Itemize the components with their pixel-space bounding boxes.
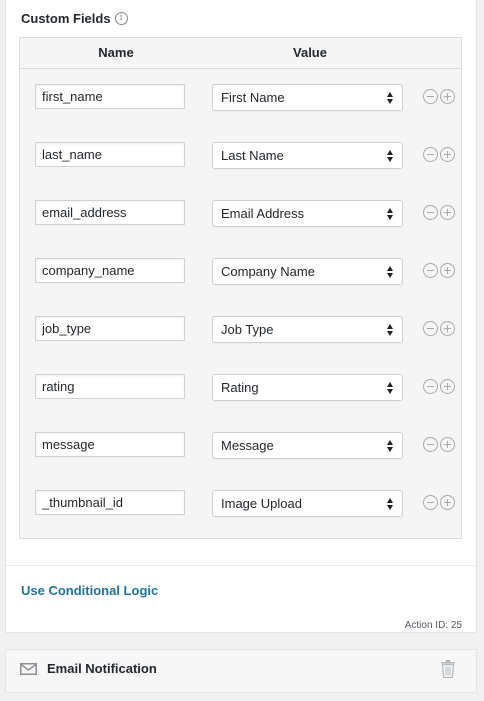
- select-arrows-icon: [386, 381, 394, 394]
- field-value-text: Email Address: [221, 206, 305, 221]
- select-arrows-icon: [386, 497, 394, 510]
- field-value-select[interactable]: Rating: [212, 374, 403, 401]
- field-row-company-name: Company Name: [20, 258, 461, 286]
- action-id-label: Action ID: 25: [404, 620, 462, 631]
- field-row-message: Message: [20, 432, 461, 460]
- field-value-select[interactable]: First Name: [212, 84, 403, 111]
- info-icon[interactable]: i: [114, 12, 128, 25]
- plus-circle-icon[interactable]: [440, 437, 455, 452]
- select-arrows-icon: [386, 149, 394, 162]
- use-conditional-logic-link[interactable]: Use Conditional Logic: [21, 583, 158, 598]
- row-controls: [423, 205, 455, 220]
- field-value-text: Last Name: [221, 148, 284, 163]
- field-value-text: Job Type: [221, 322, 274, 337]
- plus-circle-icon[interactable]: [440, 379, 455, 394]
- row-controls: [423, 437, 455, 452]
- field-name-input[interactable]: [35, 84, 185, 109]
- value-column-header: Value: [293, 45, 327, 60]
- select-arrows-icon: [386, 323, 394, 336]
- plus-circle-icon[interactable]: [440, 89, 455, 104]
- field-name-input[interactable]: [35, 490, 185, 515]
- field-row-last-name: Last Name: [20, 142, 461, 170]
- field-value-text: Image Upload: [221, 496, 302, 511]
- field-name-input[interactable]: [35, 374, 185, 399]
- minus-circle-icon[interactable]: [423, 147, 438, 162]
- field-value-select[interactable]: Last Name: [212, 142, 403, 169]
- field-name-input[interactable]: [35, 258, 185, 283]
- row-controls: [423, 495, 455, 510]
- field-value-select[interactable]: Message: [212, 432, 403, 459]
- minus-circle-icon[interactable]: [423, 205, 438, 220]
- field-value-select[interactable]: Company Name: [212, 258, 403, 285]
- field-row-job-type: Job Type: [20, 316, 461, 344]
- field-value-select[interactable]: Email Address: [212, 200, 403, 227]
- minus-circle-icon[interactable]: [423, 379, 438, 394]
- name-column-header: Name: [98, 45, 134, 60]
- custom-fields-header: Name Value: [20, 38, 461, 69]
- email-notification-title: Email Notification: [47, 661, 157, 676]
- field-row-rating: Rating: [20, 374, 461, 402]
- plus-circle-icon[interactable]: [440, 205, 455, 220]
- trash-icon[interactable]: [440, 660, 456, 678]
- field-name-input[interactable]: [35, 142, 185, 167]
- field-name-input[interactable]: [35, 316, 185, 341]
- row-controls: [423, 147, 455, 162]
- field-row-thumbnail-id: Image Upload: [20, 490, 461, 518]
- row-controls: [423, 263, 455, 278]
- select-arrows-icon: [386, 91, 394, 104]
- row-controls: [423, 89, 455, 104]
- field-value-text: Rating: [221, 380, 259, 395]
- field-row-first-name: First Name: [20, 84, 461, 112]
- minus-circle-icon[interactable]: [423, 321, 438, 336]
- custom-fields-table: Name Value First Name Last Name: [19, 37, 462, 539]
- select-arrows-icon: [386, 439, 394, 452]
- field-value-select[interactable]: Job Type: [212, 316, 403, 343]
- select-arrows-icon: [386, 265, 394, 278]
- action-panel: Custom Fields i Name Value First Name La…: [5, 0, 477, 633]
- email-notification-panel[interactable]: Email Notification: [5, 649, 477, 693]
- minus-circle-icon[interactable]: [423, 89, 438, 104]
- minus-circle-icon[interactable]: [423, 437, 438, 452]
- row-controls: [423, 379, 455, 394]
- field-value-select[interactable]: Image Upload: [212, 490, 403, 517]
- section-divider: [6, 565, 476, 566]
- field-value-text: Message: [221, 438, 274, 453]
- field-name-input[interactable]: [35, 200, 185, 225]
- minus-circle-icon[interactable]: [423, 263, 438, 278]
- field-value-text: Company Name: [221, 264, 315, 279]
- custom-fields-title-text: Custom Fields: [21, 11, 111, 26]
- field-value-text: First Name: [221, 90, 285, 105]
- plus-circle-icon[interactable]: [440, 147, 455, 162]
- custom-fields-title: Custom Fields i: [21, 11, 128, 26]
- field-row-email-address: Email Address: [20, 200, 461, 228]
- plus-circle-icon[interactable]: [440, 263, 455, 278]
- select-arrows-icon: [386, 207, 394, 220]
- row-controls: [423, 321, 455, 336]
- plus-circle-icon[interactable]: [440, 321, 455, 336]
- field-name-input[interactable]: [35, 432, 185, 457]
- plus-circle-icon[interactable]: [440, 495, 455, 510]
- minus-circle-icon[interactable]: [423, 495, 438, 510]
- envelope-icon: [20, 663, 37, 675]
